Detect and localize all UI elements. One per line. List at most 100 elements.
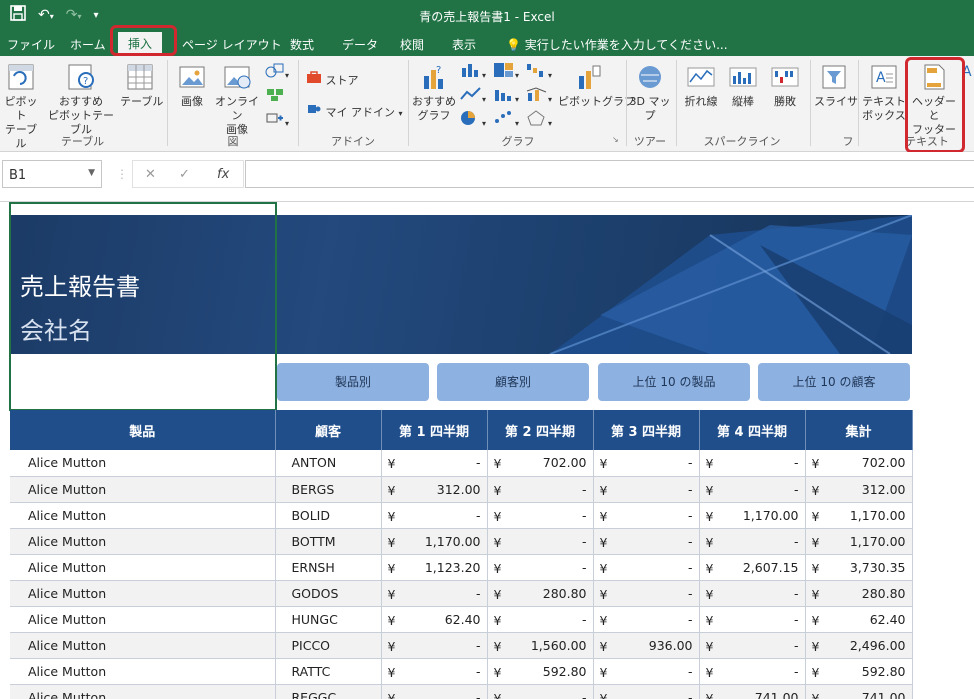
- amount-cell[interactable]: ¥ -: [699, 450, 806, 477]
- customer-cell[interactable]: PICCO: [275, 632, 382, 659]
- amount-cell[interactable]: ¥ -: [699, 580, 806, 607]
- column-header[interactable]: 第 1 四半期: [381, 410, 488, 450]
- amount-cell[interactable]: ¥2,496.00: [805, 632, 913, 659]
- amount-cell[interactable]: ¥ -: [381, 684, 488, 699]
- column-header[interactable]: 製品: [10, 410, 276, 450]
- amount-cell[interactable]: ¥ -: [487, 606, 594, 633]
- customer-cell[interactable]: BOTTM: [275, 528, 382, 555]
- amount-cell[interactable]: ¥2,607.15: [699, 554, 806, 581]
- top10-products-button[interactable]: 上位 10 の製品: [598, 363, 750, 401]
- my-addins-button[interactable]: マイ アドイン ▾: [306, 102, 403, 120]
- amount-cell[interactable]: ¥ -: [699, 658, 806, 685]
- product-cell[interactable]: Alice Mutton: [10, 632, 276, 659]
- amount-cell[interactable]: ¥312.00: [381, 476, 488, 503]
- column-header[interactable]: 第 3 四半期: [593, 410, 700, 450]
- charts-dialog-launcher[interactable]: ↘: [612, 135, 619, 144]
- amount-cell[interactable]: ¥702.00: [805, 450, 913, 477]
- worksheet[interactable]: 売上報告書 会社名 製品別 顧客別 上位 10 の製品 上位 10 の顧客 製品…: [0, 202, 974, 699]
- pictures-button[interactable]: 画像: [174, 62, 210, 109]
- product-cell[interactable]: Alice Mutton: [10, 580, 276, 607]
- amount-cell[interactable]: ¥936.00: [593, 632, 700, 659]
- amount-cell[interactable]: ¥ -: [593, 606, 700, 633]
- customer-cell[interactable]: REGGC: [275, 684, 382, 699]
- amount-cell[interactable]: ¥ -: [593, 554, 700, 581]
- by-product-button[interactable]: 製品別: [277, 363, 429, 401]
- scatter-chart-button[interactable]: ▾: [493, 110, 519, 129]
- amount-cell[interactable]: ¥3,730.35: [805, 554, 913, 581]
- selected-cell-b1[interactable]: [9, 202, 277, 411]
- splitter-handle[interactable]: ⋮: [116, 167, 128, 181]
- tab-page-layout[interactable]: ページ レイアウト: [182, 36, 282, 53]
- amount-cell[interactable]: ¥ -: [699, 632, 806, 659]
- product-cell[interactable]: Alice Mutton: [10, 606, 276, 633]
- enter-icon[interactable]: ✓: [179, 167, 190, 182]
- amount-cell[interactable]: ¥1,170.00: [699, 502, 806, 529]
- radar-chart-button[interactable]: ▾: [526, 110, 552, 129]
- product-cell[interactable]: Alice Mutton: [10, 528, 276, 555]
- amount-cell[interactable]: ¥ -: [487, 528, 594, 555]
- insert-function-icon[interactable]: fx: [217, 167, 229, 182]
- customer-cell[interactable]: RATTC: [275, 658, 382, 685]
- product-cell[interactable]: Alice Mutton: [10, 450, 276, 477]
- product-cell[interactable]: Alice Mutton: [10, 658, 276, 685]
- customer-cell[interactable]: GODOS: [275, 580, 382, 607]
- combo-chart-button[interactable]: ▾: [526, 86, 552, 105]
- amount-cell[interactable]: ¥62.40: [381, 606, 488, 633]
- amount-cell[interactable]: ¥1,123.20: [381, 554, 488, 581]
- formula-input[interactable]: [245, 160, 974, 188]
- amount-cell[interactable]: ¥592.80: [805, 658, 913, 685]
- customer-cell[interactable]: ERNSH: [275, 554, 382, 581]
- amount-cell[interactable]: ¥592.80: [487, 658, 594, 685]
- amount-cell[interactable]: ¥ -: [381, 450, 488, 477]
- recommended-charts-button[interactable]: ? おすすめ グラフ: [412, 62, 456, 123]
- 3d-map-button[interactable]: 3D マッ プ: [628, 62, 672, 123]
- amount-cell[interactable]: ¥ -: [487, 554, 594, 581]
- top10-customers-button[interactable]: 上位 10 の顧客: [758, 363, 910, 401]
- column-chart-button[interactable]: ▾: [460, 62, 486, 81]
- column-header[interactable]: 第 4 四半期: [699, 410, 806, 450]
- column-header[interactable]: 第 2 四半期: [487, 410, 594, 450]
- amount-cell[interactable]: ¥ -: [593, 684, 700, 699]
- customer-cell[interactable]: ANTON: [275, 450, 382, 477]
- amount-cell[interactable]: ¥312.00: [805, 476, 913, 503]
- amount-cell[interactable]: ¥280.80: [805, 580, 913, 607]
- tab-view[interactable]: 表示: [452, 36, 476, 53]
- pie-chart-button[interactable]: ▾: [460, 110, 486, 129]
- column-header[interactable]: 顧客: [275, 410, 382, 450]
- sparkline-line-button[interactable]: 折れ線: [680, 62, 722, 109]
- recommended-pivottable-button[interactable]: ? おすすめ ピボットテーブル: [44, 62, 118, 137]
- amount-cell[interactable]: ¥1,170.00: [805, 502, 913, 529]
- amount-cell[interactable]: ¥741.00: [699, 684, 806, 699]
- sparkline-column-button[interactable]: 縦棒: [724, 62, 762, 109]
- amount-cell[interactable]: ¥1,170.00: [381, 528, 488, 555]
- amount-cell[interactable]: ¥ -: [699, 528, 806, 555]
- amount-cell[interactable]: ¥ -: [381, 580, 488, 607]
- tab-file[interactable]: ファイル: [7, 36, 55, 53]
- product-cell[interactable]: Alice Mutton: [10, 684, 276, 699]
- amount-cell[interactable]: ¥702.00: [487, 450, 594, 477]
- amount-cell[interactable]: ¥ -: [381, 502, 488, 529]
- amount-cell[interactable]: ¥ -: [593, 476, 700, 503]
- amount-cell[interactable]: ¥ -: [487, 502, 594, 529]
- screenshot-button[interactable]: ▾: [265, 110, 289, 129]
- table-button[interactable]: テーブル: [120, 62, 163, 109]
- statistic-chart-button[interactable]: ▾: [493, 86, 519, 105]
- store-button[interactable]: ストア: [306, 70, 359, 88]
- amount-cell[interactable]: ¥741.00: [805, 684, 913, 699]
- pivotchart-button[interactable]: ピボットグラフ: [558, 62, 635, 109]
- tell-me-box[interactable]: 💡 実行したい作業を入力してください...: [506, 36, 728, 53]
- tab-review[interactable]: 校閲: [400, 36, 424, 53]
- shapes-button[interactable]: ▾: [265, 62, 289, 81]
- tab-home[interactable]: ホーム: [70, 36, 106, 53]
- cancel-icon[interactable]: ✕: [145, 167, 156, 182]
- smartart-button[interactable]: [265, 86, 285, 105]
- hierarchy-chart-button[interactable]: ▾: [493, 62, 519, 81]
- customer-cell[interactable]: HUNGC: [275, 606, 382, 633]
- product-cell[interactable]: Alice Mutton: [10, 476, 276, 503]
- amount-cell[interactable]: ¥ -: [381, 632, 488, 659]
- line-chart-button[interactable]: ▾: [460, 86, 486, 105]
- amount-cell[interactable]: ¥1,560.00: [487, 632, 594, 659]
- chevron-down-icon[interactable]: ▼: [88, 168, 95, 178]
- column-header[interactable]: 集計: [805, 410, 913, 450]
- amount-cell[interactable]: ¥ -: [593, 580, 700, 607]
